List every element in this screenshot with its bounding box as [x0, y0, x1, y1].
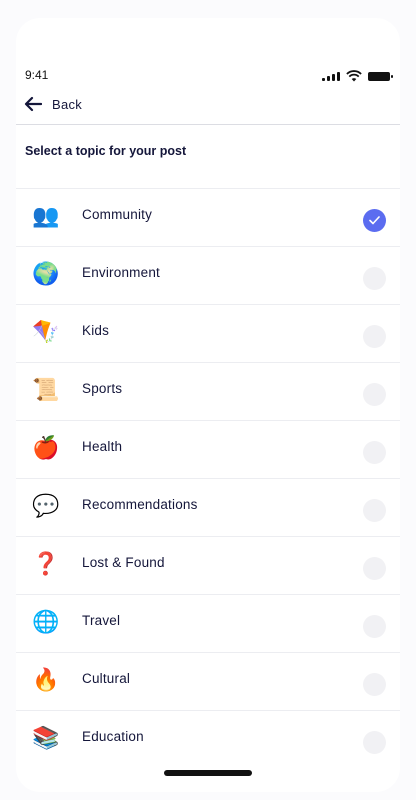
battery-icon [368, 71, 393, 81]
kite-icon: 🪁 [32, 319, 60, 344]
topic-row-education[interactable]: 📚 Education [16, 710, 400, 768]
topic-radio[interactable] [363, 673, 386, 696]
topic-row-health[interactable]: 🍎 Health [16, 420, 400, 478]
topic-label: Sports [82, 381, 123, 396]
topic-row-kids[interactable]: 🪁 Kids [16, 304, 400, 362]
topic-label: Recommendations [82, 497, 198, 512]
topic-label: Kids [82, 323, 110, 338]
topic-row-environment[interactable]: 🌍 Environment [16, 246, 400, 304]
topic-radio[interactable] [363, 499, 386, 522]
topic-row-cultural[interactable]: 🔥 Cultural [16, 652, 400, 710]
topic-row-lost-found[interactable]: ❓ Lost & Found [16, 536, 400, 594]
page-title: Select a topic for your post [25, 144, 187, 158]
home-indicator [164, 770, 252, 776]
topic-radio[interactable] [363, 557, 386, 580]
topic-row-travel[interactable]: 🌐 Travel [16, 594, 400, 652]
status-time: 9:41 [25, 68, 49, 82]
topic-radio[interactable] [363, 731, 386, 754]
topic-row-recommendations[interactable]: 💬 Recommendations [16, 478, 400, 536]
topic-label: Cultural [82, 671, 131, 686]
topic-label: Health [82, 439, 123, 454]
check-icon [369, 216, 380, 225]
nav-bar: Back [16, 94, 400, 125]
fruit-icon: 🍎 [32, 435, 60, 460]
topic-list: 👥 Community 🌍 Environment 🪁 Kids 📜 Sports 🍎 Healt… [16, 188, 400, 768]
topic-row-sports[interactable]: 📜 Sports [16, 362, 400, 420]
heart-bubble-icon: 💬 [32, 493, 60, 518]
torch-icon: 🔥 [32, 667, 60, 692]
topic-radio[interactable] [363, 383, 386, 406]
topic-radio[interactable] [363, 441, 386, 464]
signal-icon [322, 71, 340, 81]
topic-row-community[interactable]: 👥 Community [16, 188, 400, 246]
topic-radio[interactable] [363, 209, 386, 232]
lost-found-icon: ❓ [32, 551, 60, 576]
topic-label: Community [82, 207, 153, 222]
certificate-icon: 📜 [32, 377, 60, 402]
topic-label: Environment [82, 265, 160, 280]
community-icon: 👥 [32, 203, 60, 228]
topic-radio[interactable] [363, 267, 386, 290]
back-label: Back [52, 96, 83, 112]
globe-icon: 🌐 [32, 609, 60, 634]
back-arrow-icon [24, 96, 42, 112]
back-button[interactable]: Back [24, 96, 82, 112]
books-icon: 📚 [32, 725, 60, 750]
topic-radio[interactable] [363, 325, 386, 348]
topic-label: Travel [82, 613, 121, 628]
phone-screen: 9:41 Back Select a topic for your post 👥… [16, 18, 400, 792]
topic-label: Education [82, 729, 144, 744]
status-bar: 9:41 [16, 18, 400, 82]
topic-radio[interactable] [363, 615, 386, 638]
status-icons [322, 70, 393, 82]
topic-label: Lost & Found [82, 555, 165, 570]
wifi-icon [346, 70, 362, 82]
earth-icon: 🌍 [32, 261, 60, 286]
